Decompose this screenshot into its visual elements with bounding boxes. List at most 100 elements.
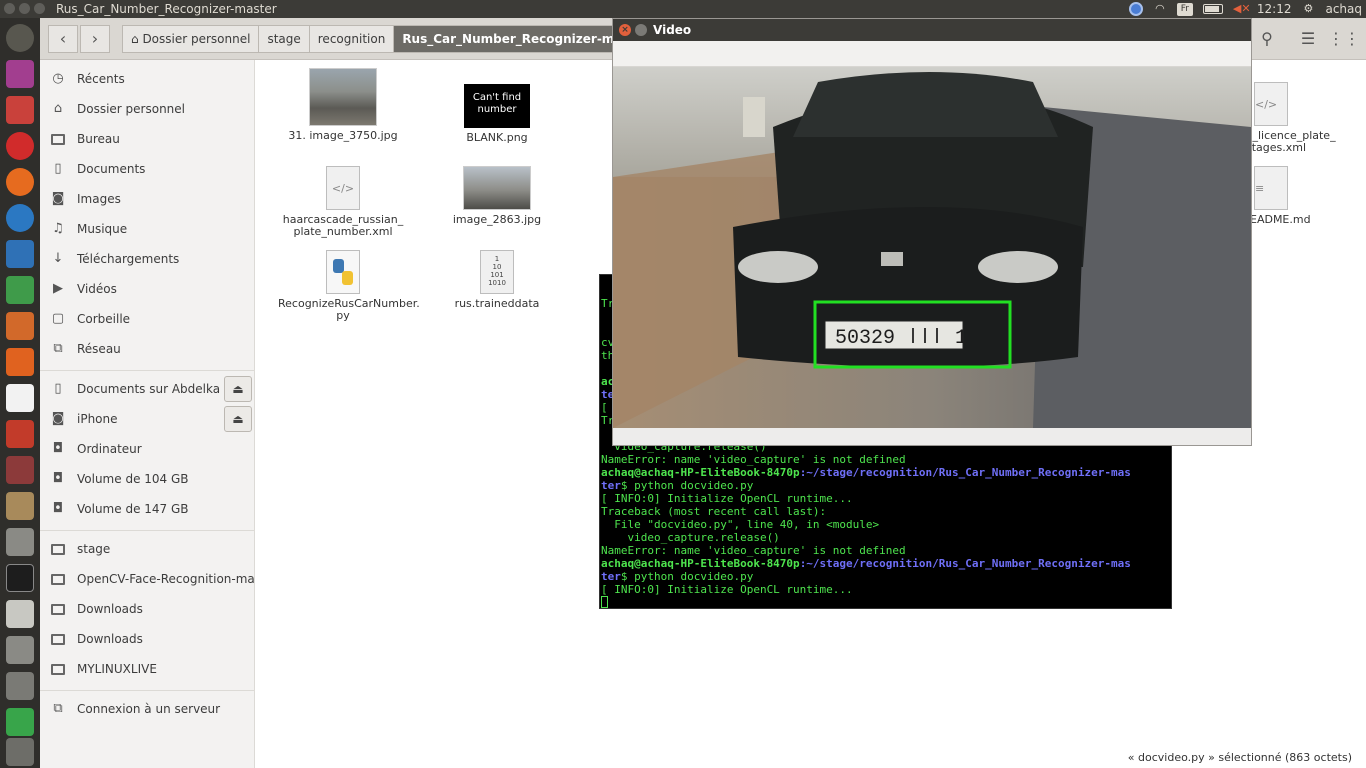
video-window[interactable]: × Video 50329 ǀǀǀ 1 [612,18,1252,446]
image-thumbnail [309,68,377,126]
terminal-cursor [601,596,608,608]
sidebar-item-downloads[interactable]: ↓ Téléchargements [40,244,254,274]
app-icon[interactable] [6,456,34,484]
close-icon[interactable] [4,3,15,14]
wifi-icon[interactable]: ◠ [1153,3,1167,15]
battery-icon[interactable] [1202,4,1223,14]
sidebar-item-desktop[interactable]: Bureau [40,124,254,154]
calc-icon[interactable] [6,276,34,304]
sidebar-item-network[interactable]: ⧉ Réseau [40,334,254,364]
terminal-icon[interactable] [6,564,34,592]
sidebar-item-device-phone-docs[interactable]: ▯Documents sur Abdelkarim... [40,374,220,404]
launcher [0,18,40,768]
breadcrumb-stage[interactable]: stage [258,25,309,53]
window-controls[interactable] [4,3,45,14]
app-icon[interactable] [6,492,34,520]
breadcrumb-home[interactable]: ⌂ Dossier personnel [122,25,259,53]
volume-muted-icon[interactable]: ◀✕ [1233,3,1251,15]
user-name[interactable]: achaq [1325,0,1362,18]
list-view-icon[interactable]: ☰ [1293,25,1323,53]
file-item[interactable]: </> haarcascade_russian_ plate_number.xm… [278,166,408,238]
phone-icon: ▯ [54,381,62,396]
amazon-icon[interactable] [6,384,34,412]
eject-button[interactable]: ⏏ [224,406,252,432]
help-icon[interactable] [6,636,34,664]
text-editor-icon[interactable] [6,600,34,628]
minimize-icon[interactable] [19,3,30,14]
sidebar-item-volume-104[interactable]: ◘ Volume de 104 GB [40,464,254,494]
minimize-icon[interactable] [635,24,647,36]
maximize-icon[interactable] [34,3,45,14]
home-icon: ⌂ [131,32,143,46]
menu-icon[interactable]: ⋮⋮ [1328,25,1360,53]
qt-icon[interactable] [6,708,34,736]
drive-icon[interactable] [6,528,34,556]
terminal-line: Traceback (most recent call last): [601,505,827,518]
app-icon[interactable] [6,672,34,700]
sidebar-item-bookmark-downloads[interactable]: Downloads [40,594,254,624]
sidebar-item-bookmark-mylinuxlive[interactable]: MYLINUXLIVE [40,654,254,684]
drive-icon[interactable] [6,738,34,766]
clock[interactable]: 12:12 [1257,0,1292,18]
camera-icon: ◙ [51,191,65,206]
drive-icon: ◘ [52,501,64,516]
sidebar: ◷ Récents ⌂ Dossier personnel Bureau ▯ Docu… [40,60,255,768]
sidebar-item-trash[interactable]: ▢ Corbeille [40,304,254,334]
eject-icon: ⏏ [232,412,244,426]
file-item[interactable]: Can't find number BLANK.png [432,68,562,144]
terminal-line: NameError: name 'video_capture' is not d… [601,453,906,466]
home-icon: ⌂ [53,101,63,116]
video-titlebar[interactable]: × Video [613,19,1251,41]
sidebar-item-documents[interactable]: ▯ Documents [40,154,254,184]
chromium-icon[interactable] [6,204,34,232]
back-button[interactable]: ‹ [48,25,78,53]
sidebar-item-bookmark-downloads-2[interactable]: Downloads [40,624,254,654]
dash-icon[interactable] [6,24,34,52]
file-item[interactable]: ≡ EADME.md [1250,166,1360,226]
terminal-line: video_capture.release() [601,531,780,544]
forward-button[interactable]: › [80,25,110,53]
terminal-prompt: achaq@achaq-HP-EliteBook-8470p:~/stage/r… [601,466,1131,479]
sidebar-item-computer[interactable]: ◘ Ordinateur [40,434,254,464]
sidebar-item-iphone[interactable]: ◙ iPhone [40,404,220,434]
sidebar-separator [40,690,254,691]
writer-icon[interactable] [6,240,34,268]
folder-icon [51,134,65,145]
opera-icon[interactable] [6,132,34,160]
sidebar-item-bookmark-opencv[interactable]: OpenCV-Face-Recognition-master [40,564,254,594]
folder-icon [51,574,65,585]
gear-icon[interactable]: ⚙ [1301,3,1315,15]
close-icon[interactable]: × [619,24,631,36]
impress-icon[interactable] [6,312,34,340]
app-icon[interactable] [6,96,34,124]
breadcrumb-recognition[interactable]: recognition [308,25,394,53]
sidebar-item-music[interactable]: ♫ Musique [40,214,254,244]
sidebar-item-videos[interactable]: ▶ Vidéos [40,274,254,304]
chrome-indicator-icon[interactable] [1128,2,1143,16]
eject-button[interactable]: ⏏ [224,376,252,402]
app-icon[interactable] [6,60,34,88]
xml-icon: </> [1254,82,1288,126]
file-item[interactable]: 1 10 101 1010 rus.traineddata [432,250,562,310]
sidebar-item-bookmark-stage[interactable]: stage [40,534,254,564]
folder-icon [51,634,65,645]
keyboard-layout[interactable]: Fr [1176,2,1193,16]
breadcrumb: ⌂ Dossier personnel stage recognition Ru… [122,25,659,53]
sidebar-separator [40,530,254,531]
firefox-icon[interactable] [6,168,34,196]
binary-file-icon: 1 10 101 1010 [480,250,514,294]
file-item[interactable]: 31. image_3750.jpg [278,68,408,142]
software-center-icon[interactable] [6,348,34,376]
settings-icon[interactable] [6,420,34,448]
file-item[interactable]: RecognizeRusCarNumber. py [278,250,420,322]
terminal-line: File "docvideo.py", line 40, in <module> [601,518,880,531]
sidebar-item-home[interactable]: ⌂ Dossier personnel [40,94,254,124]
sidebar-item-recent[interactable]: ◷ Récents [40,64,254,94]
video-frame: 50329 ǀǀǀ 1 [613,67,1251,428]
sidebar-item-connect-server[interactable]: ⧉ Connexion à un serveur [40,694,254,724]
image-thumbnail: Can't find number [464,84,530,128]
file-item[interactable]: image_2863.jpg [432,166,562,226]
sidebar-item-volume-147[interactable]: ◘ Volume de 147 GB [40,494,254,524]
sidebar-item-pictures[interactable]: ◙ Images [40,184,254,214]
search-icon[interactable]: ⚲ [1252,25,1282,53]
